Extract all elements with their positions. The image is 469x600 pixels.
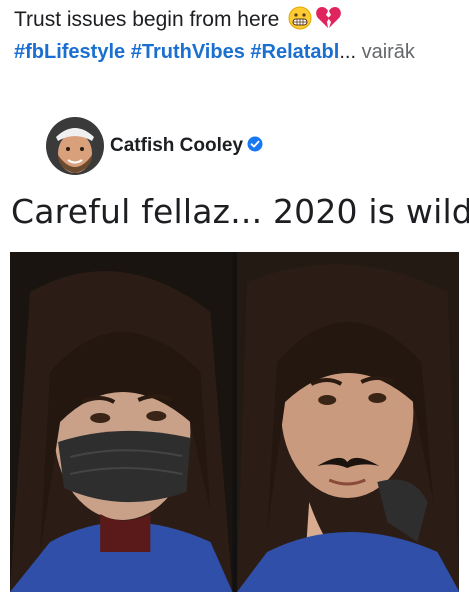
avatar <box>46 117 104 175</box>
broken-heart-icon <box>315 6 342 37</box>
caption-text-line: Trust issues begin from here <box>14 6 464 37</box>
photo-mustache-woman <box>236 252 459 592</box>
hashtag-link[interactable]: #TruthVibes <box>131 41 245 63</box>
post-text: Careful fellaz... 2020 is wild <box>11 192 469 231</box>
author-name: Catfish Cooley <box>110 135 244 156</box>
verified-badge-icon <box>247 136 263 157</box>
post-image[interactable]: Catfish Cooley Careful fellaz... 2020 is… <box>0 100 469 600</box>
caption-text: Trust issues begin from here <box>14 8 280 31</box>
see-more-link[interactable]: vairāk <box>362 41 415 63</box>
post-caption: Trust issues begin from here #fbLifestyl… <box>14 6 464 66</box>
caption-ellipsis: ... <box>339 41 357 63</box>
caption-hashtags: #fbLifestyle #TruthVibes #Relatabl... va… <box>14 39 464 66</box>
photo-collage <box>10 252 459 592</box>
grimacing-face-icon <box>288 6 312 37</box>
hashtag-link[interactable]: #fbLifestyle <box>14 41 125 63</box>
photo-masked-woman <box>10 252 233 592</box>
post-author: Catfish Cooley <box>46 117 263 175</box>
hashtag-link[interactable]: #Relatabl <box>250 41 339 63</box>
